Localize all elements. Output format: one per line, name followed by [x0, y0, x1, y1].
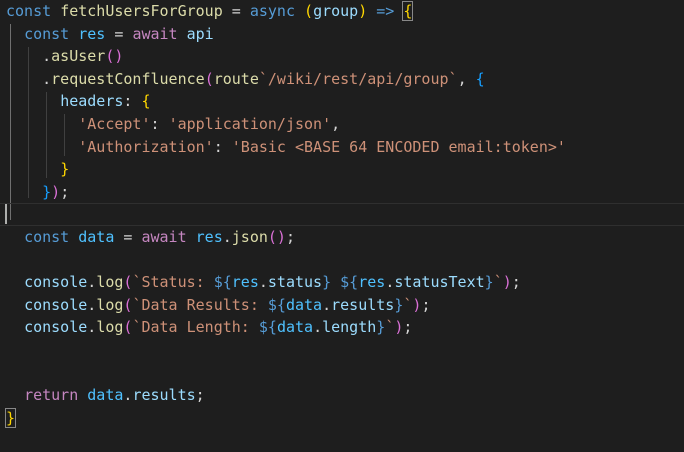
code-line: console.log(`Data Results: ${data.result…	[24, 295, 431, 314]
code-line: console.log(`Data Length: ${data.length}…	[24, 318, 413, 337]
code-line: .asUser()	[42, 47, 124, 66]
current-line[interactable]	[0, 203, 684, 226]
code-line: 'Authorization': 'Basic <BASE 64 ENCODED…	[78, 137, 566, 156]
code-line: return data.results;	[24, 386, 205, 405]
code-line: .requestConfluence(route`/wiki/rest/api/…	[42, 69, 485, 88]
code-line: const fetchUsersForGroup = async (group)…	[6, 1, 414, 21]
code-line: });	[42, 182, 70, 201]
code-line: headers: {	[60, 92, 151, 111]
code-line: }	[60, 160, 70, 179]
code-line: 'Accept': 'application/json',	[78, 115, 341, 133]
code-editor[interactable]: const fetchUsersForGroup = async (group)…	[0, 0, 684, 452]
text-cursor	[5, 204, 7, 224]
code-line: }	[4, 407, 17, 428]
code-line: const res = await api	[24, 24, 214, 43]
code-line: const data = await res.json();	[24, 228, 295, 246]
code-line: console.log(`Status: ${res.status} ${res…	[24, 273, 521, 292]
